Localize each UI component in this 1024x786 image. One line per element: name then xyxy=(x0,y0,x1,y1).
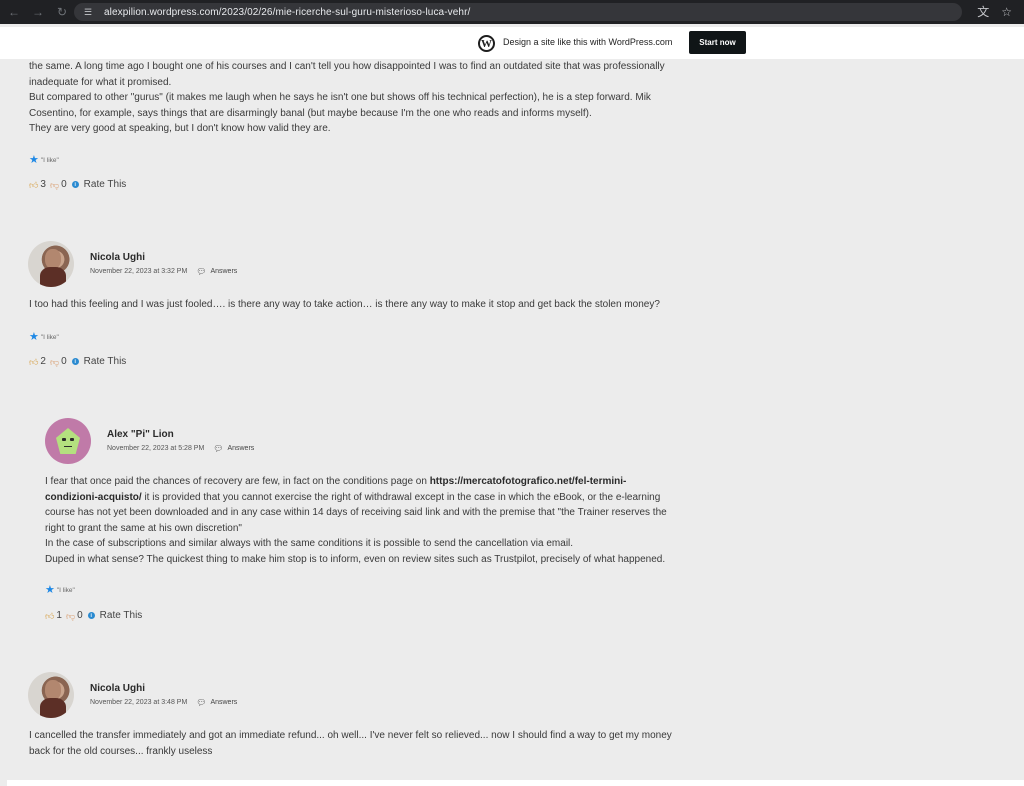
comment-meta: November 22, 2023 at 5:28 PM 💬︎ Answers xyxy=(107,444,254,453)
thumbs-up-count: 2 xyxy=(40,356,46,367)
comment-text: I cancelled the transfer immediately and… xyxy=(29,728,719,759)
star-icon[interactable]: ☆ xyxy=(1001,4,1012,20)
avatar[interactable] xyxy=(28,241,74,287)
thumbs-down-count: 0 xyxy=(61,179,67,190)
comment-text: the same. A long time ago I bought one o… xyxy=(29,59,709,137)
reload-icon: ↻ xyxy=(56,5,68,19)
site-info-icon[interactable]: ☰ xyxy=(82,6,94,18)
reply-icon[interactable]: 💬︎ xyxy=(196,267,206,276)
answers-link[interactable]: Answers xyxy=(227,445,254,452)
avatar[interactable] xyxy=(45,418,91,464)
reload-button[interactable]: ↻ xyxy=(50,0,74,24)
comment-text-part: it is provided that you cannot exercise … xyxy=(141,491,661,503)
thumbs-down-icon[interactable]: 👎︎ xyxy=(66,611,75,621)
comment-line: Duped in what sense? The quickest thing … xyxy=(45,553,666,565)
thumbs-up-count: 3 xyxy=(40,179,46,190)
star-icon: ★ xyxy=(45,584,55,596)
start-now-button[interactable]: Start now xyxy=(689,31,746,54)
comment-meta: November 22, 2023 at 3:32 PM 💬︎ Answers xyxy=(90,267,237,276)
like-label: "I like" xyxy=(40,334,59,341)
reply-icon[interactable]: 💬︎ xyxy=(196,698,206,707)
star-icon: ★ xyxy=(29,154,39,166)
comment-date[interactable]: November 22, 2023 at 3:48 PM xyxy=(90,699,187,706)
answers-link[interactable]: Answers xyxy=(210,268,237,275)
avatar[interactable] xyxy=(28,672,74,718)
thumbs-up-icon[interactable]: 👍︎ xyxy=(29,357,38,367)
comment-line: condizioni-acquisto/ it is provided that… xyxy=(45,490,715,506)
like-button[interactable]: ★ "I like" xyxy=(29,332,59,343)
like-label: "I like" xyxy=(40,157,59,164)
rating-row: 👍︎ 2 👎︎ 0 i Rate This xyxy=(29,356,126,367)
avatar-eye xyxy=(70,438,74,441)
comment-line: In the case of subscriptions and similar… xyxy=(45,538,574,550)
wordpress-banner: W Design a site like this with WordPress… xyxy=(0,27,1024,59)
comment-line: I cancelled the transfer immediately and… xyxy=(29,730,672,741)
comment-date[interactable]: November 22, 2023 at 3:32 PM xyxy=(90,268,187,275)
thumbs-down-icon[interactable]: 👎︎ xyxy=(50,357,59,367)
rating-row: 👍︎ 3 👎︎ 0 i Rate This xyxy=(29,179,126,190)
comment-line: course has not yet been downloaded and i… xyxy=(45,507,667,519)
like-button[interactable]: ★ "I like" xyxy=(45,585,75,596)
thumbs-up-icon[interactable]: 👍︎ xyxy=(29,180,38,190)
rating-row: 👍︎ 1 👎︎ 0 i Rate This xyxy=(45,610,142,621)
comment-line: right to grant the same at his own discr… xyxy=(45,522,242,534)
comment-line: inadequate for what it promised. xyxy=(29,76,172,88)
comment-text-part: I fear that once paid the chances of rec… xyxy=(45,476,430,487)
like-button[interactable]: ★ "I like" xyxy=(29,155,59,166)
thumbs-down-icon[interactable]: 👎︎ xyxy=(50,180,59,190)
comment-line: Cosentino, for example, says things that… xyxy=(29,107,592,119)
address-bar[interactable]: ☰ alexpilion.wordpress.com/2023/02/26/mi… xyxy=(74,3,962,21)
arrow-left-icon: ← xyxy=(8,5,20,19)
comment-date[interactable]: November 22, 2023 at 5:28 PM xyxy=(107,445,204,452)
banner-text: Design a site like this with WordPress.c… xyxy=(503,37,673,47)
rate-this-link[interactable]: Rate This xyxy=(84,179,127,190)
terms-link[interactable]: https://mercatofotografico.net/fel-termi… xyxy=(430,476,627,487)
reply-icon[interactable]: 💬︎ xyxy=(213,444,223,453)
comment-line: the same. A long time ago I bought one o… xyxy=(29,61,665,72)
terms-link[interactable]: condizioni-acquisto/ xyxy=(45,492,142,503)
comment-text: I fear that once paid the chances of rec… xyxy=(45,474,715,568)
info-icon[interactable]: i xyxy=(71,181,79,188)
wordpress-logo-icon: W xyxy=(478,35,495,52)
like-label: "I like" xyxy=(56,587,75,594)
star-icon: ★ xyxy=(29,331,39,343)
info-icon[interactable]: i xyxy=(71,358,79,365)
thumbs-up-icon[interactable]: 👍︎ xyxy=(45,611,54,621)
comments-area: the same. A long time ago I bought one o… xyxy=(0,59,1024,780)
info-icon[interactable]: i xyxy=(87,612,95,619)
comment-line: back for the old courses... frankly usel… xyxy=(29,745,213,757)
thumbs-down-count: 0 xyxy=(61,356,67,367)
forward-button[interactable]: → xyxy=(26,0,50,24)
rate-this-link[interactable]: Rate This xyxy=(84,356,127,367)
arrow-right-icon: → xyxy=(32,5,44,19)
avatar-eye xyxy=(62,438,66,441)
back-button[interactable]: ← xyxy=(2,0,26,24)
comment-author[interactable]: Nicola Ughi xyxy=(90,252,145,263)
comment-line: I fear that once paid the chances of rec… xyxy=(45,474,715,490)
avatar-face xyxy=(56,428,80,454)
url-text[interactable]: alexpilion.wordpress.com/2023/02/26/mie-… xyxy=(104,7,470,18)
comment-author[interactable]: Nicola Ughi xyxy=(90,683,145,694)
comment-line: They are very good at speaking, but I do… xyxy=(29,123,331,135)
comment-text: I too had this feeling and I was just fo… xyxy=(29,299,660,310)
browser-toolbar: ← → ↻ ☰ alexpilion.wordpress.com/2023/02… xyxy=(0,0,1024,24)
thumbs-up-count: 1 xyxy=(56,610,62,621)
thumbs-down-count: 0 xyxy=(77,610,83,621)
avatar-mouth xyxy=(64,446,72,447)
bottom-strip xyxy=(7,780,1024,786)
answers-link[interactable]: Answers xyxy=(210,699,237,706)
rate-this-link[interactable]: Rate This xyxy=(100,610,143,621)
comment-author[interactable]: Alex "Pi" Lion xyxy=(107,429,174,440)
comment-line: But compared to other "gurus" (it makes … xyxy=(29,92,651,104)
translate-icon[interactable]: 文 xyxy=(977,4,989,20)
comment-meta: November 22, 2023 at 3:48 PM 💬︎ Answers xyxy=(90,698,237,707)
